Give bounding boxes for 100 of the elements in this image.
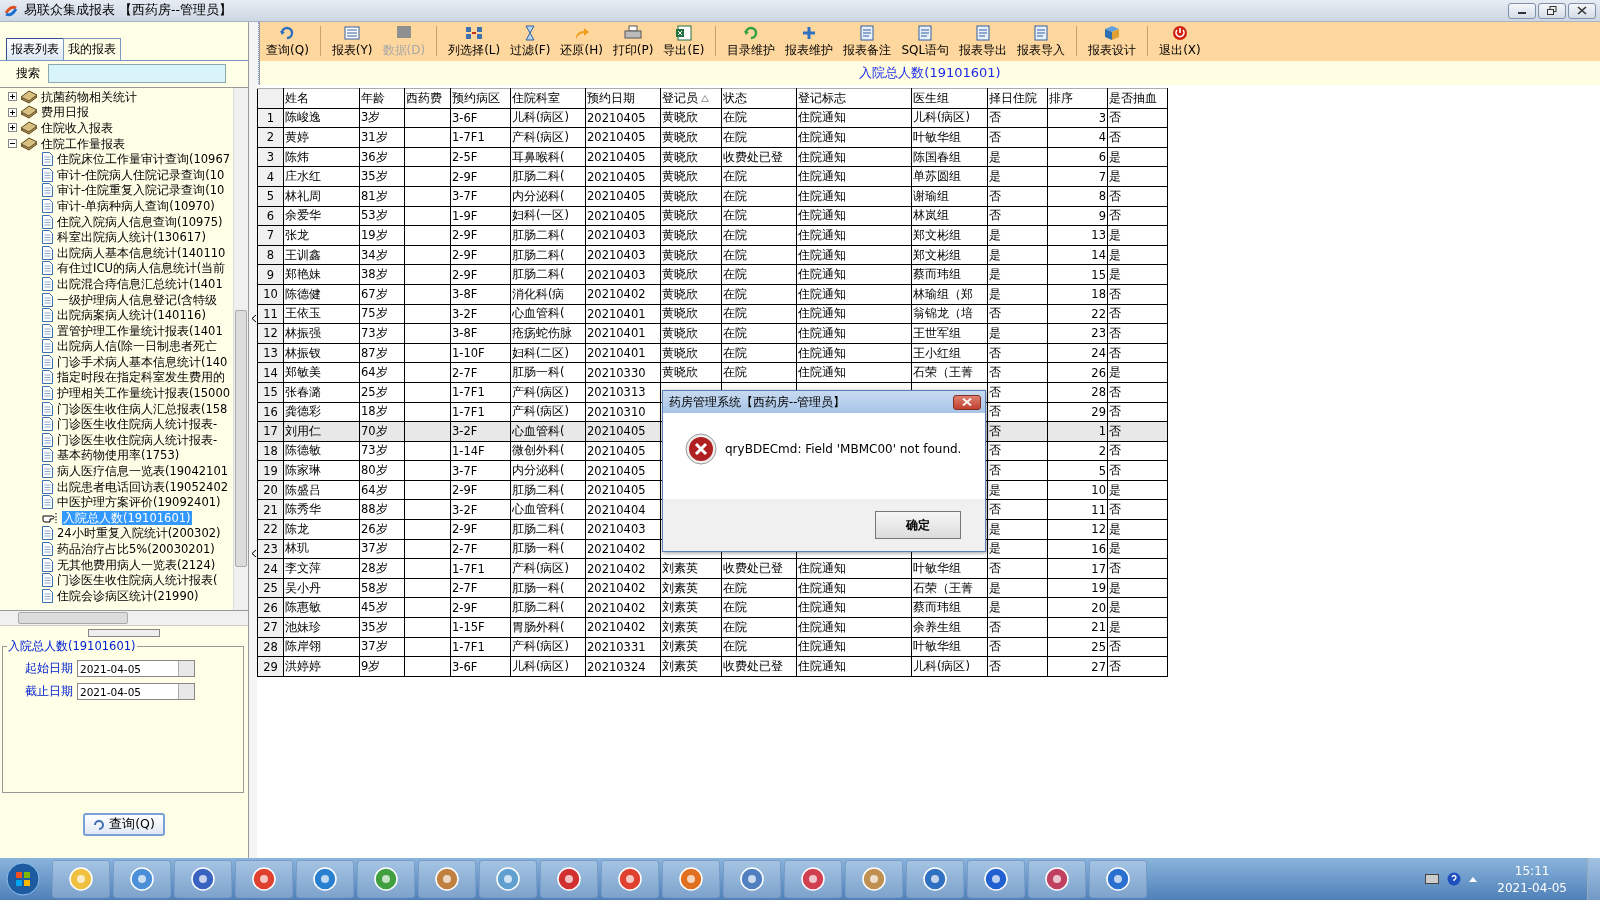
splitter-grip[interactable] xyxy=(88,629,160,637)
minimize-button[interactable] xyxy=(1508,2,1536,19)
taskbar-app-button[interactable] xyxy=(479,860,537,898)
taskbar-app-button[interactable] xyxy=(662,860,720,898)
expander-icon[interactable] xyxy=(8,92,17,102)
tree-item[interactable]: 住院收入报表 xyxy=(41,121,113,135)
tree-item[interactable]: 审计-单病种病人查询(10970) xyxy=(57,198,215,213)
tree-item[interactable]: 一级护理病人信息登记(含特级 xyxy=(57,292,218,307)
column-header[interactable]: 年龄 xyxy=(359,88,405,109)
taskbar-app-button[interactable] xyxy=(906,860,964,898)
column-header[interactable]: 登记员 xyxy=(660,88,722,109)
toolbar-button[interactable]: 报表导入 xyxy=(1013,25,1070,59)
column-header[interactable]: 预约日期 xyxy=(585,88,661,109)
tree-item[interactable]: 无其他费用病人一览表(2124) xyxy=(57,557,216,572)
close-button[interactable] xyxy=(1568,2,1596,19)
tree-item[interactable]: 基本药物使用率(1753) xyxy=(57,448,180,463)
column-header[interactable]: 医生组 xyxy=(911,88,988,109)
horizontal-scrollbar[interactable] xyxy=(0,611,248,626)
ok-button[interactable]: 确定 xyxy=(875,511,961,539)
tree-item[interactable]: 抗菌药物相关统计 xyxy=(41,89,137,104)
taskbar-app-button[interactable] xyxy=(174,860,232,898)
toolbar-button[interactable]: 导出(E) xyxy=(659,25,709,59)
taskbar-app-button[interactable] xyxy=(784,860,842,898)
column-header[interactable]: 状态 xyxy=(721,88,797,109)
tree-item[interactable]: 指定时段在指定科室发生费用的 xyxy=(57,370,225,385)
tree-item[interactable]: 门诊医生收住病人汇总报表(158 xyxy=(57,401,228,416)
toolbar-button[interactable]: 目录维护 xyxy=(723,25,780,59)
toolbar-button[interactable]: 还原(H) xyxy=(556,25,607,59)
column-header[interactable]: 住院科室 xyxy=(510,88,586,109)
tree-item[interactable]: 护理相关工作量统计报表(15000 xyxy=(57,386,231,401)
query-button[interactable]: 查询(Q) xyxy=(83,813,165,836)
taskbar-app-button[interactable] xyxy=(357,860,415,898)
toolbar-button[interactable]: SQL语句 xyxy=(897,25,954,59)
tree-item[interactable]: 有住过ICU的病人信息统计(当前 xyxy=(57,261,226,276)
toolbar-button[interactable]: 报表备注 xyxy=(839,25,896,59)
toolbar-button[interactable]: 退出(X) xyxy=(1155,25,1205,59)
toolbar-button[interactable]: 查询(Q) xyxy=(262,25,313,59)
expander-icon[interactable] xyxy=(8,123,17,133)
toolbar-button[interactable]: 报表维护 xyxy=(781,25,838,59)
taskbar-app-button[interactable] xyxy=(540,860,598,898)
tree-item[interactable]: 住院床位工作量审计查询(10967 xyxy=(57,152,231,167)
taskbar-app-button[interactable] xyxy=(113,860,171,898)
tree-item[interactable]: 置管护理工作量统计报表(1401 xyxy=(57,323,223,338)
taskbar-app-button[interactable] xyxy=(296,860,354,898)
column-header[interactable]: 姓名 xyxy=(283,88,360,109)
tree-item[interactable]: 门诊医生收住院病人统计报表( xyxy=(57,573,218,588)
vertical-scrollbar[interactable] xyxy=(233,88,248,610)
tree-item[interactable]: 科室出院病人统计(130617) xyxy=(57,230,206,245)
taskbar-app-button[interactable] xyxy=(418,860,476,898)
tree-item[interactable]: 门诊医生收住院病人统计报表- xyxy=(57,417,218,432)
tree-item[interactable]: 出院患者电话回访表(19052402 xyxy=(57,479,229,494)
column-header[interactable]: 登记标志 xyxy=(796,88,912,109)
toolbar-button[interactable]: 报表设计 xyxy=(1084,25,1141,59)
taskbar-app-button[interactable] xyxy=(52,860,110,898)
restore-button[interactable] xyxy=(1538,2,1566,19)
toolbar-button[interactable]: 报表导出 xyxy=(955,25,1012,59)
tree-item[interactable]: 审计-住院重复入院记录查询(10 xyxy=(57,183,225,198)
table-cell: 1-15F xyxy=(450,617,511,638)
column-header[interactable]: 西药费 xyxy=(404,88,451,109)
column-header[interactable]: 排序 xyxy=(1047,88,1108,109)
search-field[interactable] xyxy=(48,64,226,83)
taskbar-app-button[interactable] xyxy=(1089,860,1147,898)
taskbar-app-button[interactable] xyxy=(235,860,293,898)
taskbar-app-button[interactable] xyxy=(967,860,1025,898)
taskbar-app-button[interactable] xyxy=(845,860,903,898)
taskbar-app-button[interactable] xyxy=(723,860,781,898)
expander-icon[interactable] xyxy=(8,139,17,149)
expander-icon[interactable] xyxy=(8,107,17,117)
tree-item[interactable]: 门诊医生收住院病人统计报表- xyxy=(57,432,218,447)
table-cell: 是 xyxy=(987,284,1048,305)
tree-item[interactable]: 出院病案病人统计(140116) xyxy=(57,308,206,323)
tree-item[interactable]: 药品治疗占比5%(20030201) xyxy=(57,542,215,556)
tree-item[interactable]: 24小时重复入院统计(200302) xyxy=(57,526,221,541)
tree-item[interactable]: 住院工作量报表 xyxy=(41,136,125,151)
tree-item[interactable]: 门诊手术病人基本信息统计(140 xyxy=(57,354,228,369)
tree-item[interactable]: 费用日报 xyxy=(41,105,89,120)
date-field[interactable]: 2021-04-05 xyxy=(77,660,195,677)
taskbar-app-button[interactable] xyxy=(601,860,659,898)
column-header[interactable]: 预约病区 xyxy=(450,88,511,109)
tree-item[interactable]: 住院入院病人信息查询(10975) xyxy=(57,214,223,229)
toolbar-button[interactable]: 打印(P) xyxy=(608,25,658,59)
tree-item[interactable]: 病人医疗信息一览表(19042101 xyxy=(57,464,229,479)
tree-item[interactable]: 中医护理方案评价(19092401) xyxy=(57,495,221,510)
tab[interactable]: 报表列表 xyxy=(6,38,64,60)
tree-item[interactable]: 出院混合痔信息汇总统计(1401 xyxy=(57,276,223,291)
tree-item[interactable]: 审计-住院病人住院记录查询(10 xyxy=(57,167,225,182)
toolbar-button[interactable]: 过滤(F) xyxy=(506,25,555,59)
close-button[interactable] xyxy=(953,394,981,410)
tab[interactable]: 我的报表 xyxy=(63,38,121,60)
column-header[interactable]: 择日住院 xyxy=(987,88,1048,109)
toolbar-button[interactable]: 报表(Y) xyxy=(327,25,377,59)
column-header[interactable]: 是否抽血 xyxy=(1107,88,1168,109)
taskbar-app-button[interactable] xyxy=(1028,860,1086,898)
start-orb-icon[interactable] xyxy=(6,862,40,896)
tree-item[interactable]: 出院病人基本信息统计(140110 xyxy=(57,245,226,260)
tree-item[interactable]: 出院病人信(除一日制患者死亡 xyxy=(57,339,218,354)
tray-arrow-icon[interactable] xyxy=(1469,876,1478,882)
tree-item[interactable]: 住院会诊病区统计(21990) xyxy=(57,588,199,603)
date-field[interactable]: 2021-04-05 xyxy=(77,683,195,700)
toolbar-button[interactable]: 列选择(L) xyxy=(444,25,505,59)
